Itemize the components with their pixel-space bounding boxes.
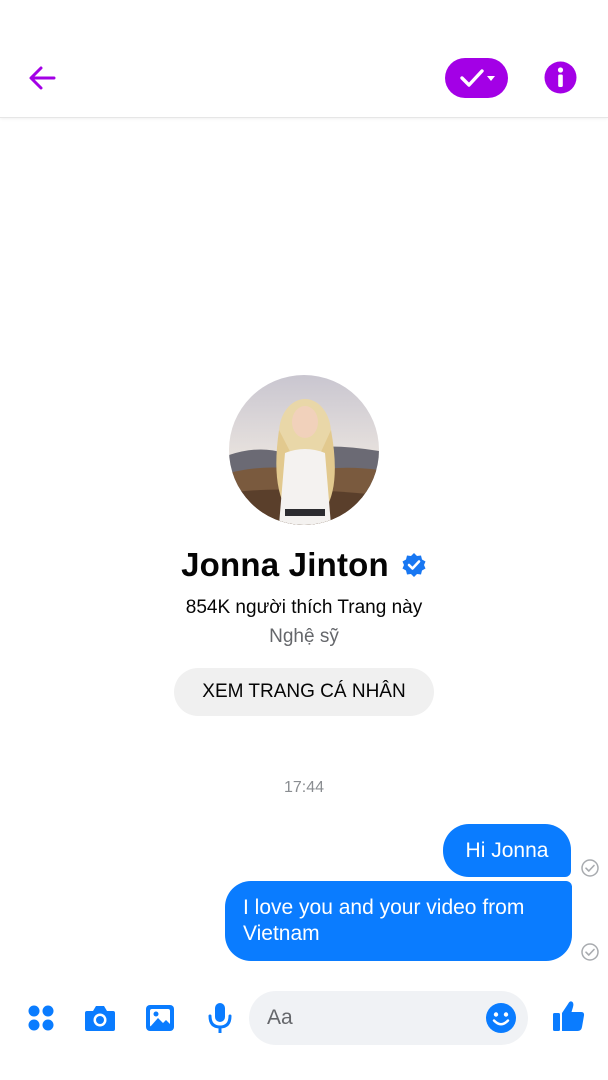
page-category: Nghệ sỹ [269,626,339,647]
view-profile-button[interactable]: XEM TRANG CÁ NHÂN [174,668,434,716]
voice-button[interactable] [202,1000,238,1036]
camera-button[interactable] [82,1000,118,1036]
profile-avatar[interactable] [229,375,379,525]
microphone-icon [208,1003,232,1033]
composer-bar [0,986,608,1052]
message-text: Hi Jonna [465,838,549,862]
message-input[interactable] [267,991,477,1045]
back-button[interactable] [22,58,62,98]
thumbs-up-icon[interactable] [551,998,587,1034]
message-bubble[interactable]: I love you and your video from Vietnam [225,881,572,961]
gallery-button[interactable] [142,1000,178,1036]
apps-button[interactable] [23,1000,59,1036]
profile-name: Jonna Jinton [181,546,389,583]
conversation-header [0,0,608,118]
seen-check-icon [581,859,599,877]
camera-icon [85,1006,115,1031]
seen-check-icon [581,943,599,961]
profile-name-row: Jonna Jinton [0,546,608,584]
message-bubble[interactable]: Hi Jonna [443,824,571,877]
check-dropdown-icon [459,69,495,87]
gallery-icon [146,1005,174,1031]
message-composer [249,991,528,1045]
page-likes-count: 854K người thích Trang này [185,597,423,618]
status-dropdown-button[interactable] [445,58,508,98]
message-timestamp: 17:44 [283,779,325,796]
apps-icon [28,1005,54,1031]
emoji-icon[interactable] [485,1002,517,1034]
info-icon[interactable] [544,61,577,94]
message-text: I love you and your video from Vietnam [243,896,525,945]
arrow-left-icon [29,66,56,90]
verified-badge-icon [402,553,426,577]
